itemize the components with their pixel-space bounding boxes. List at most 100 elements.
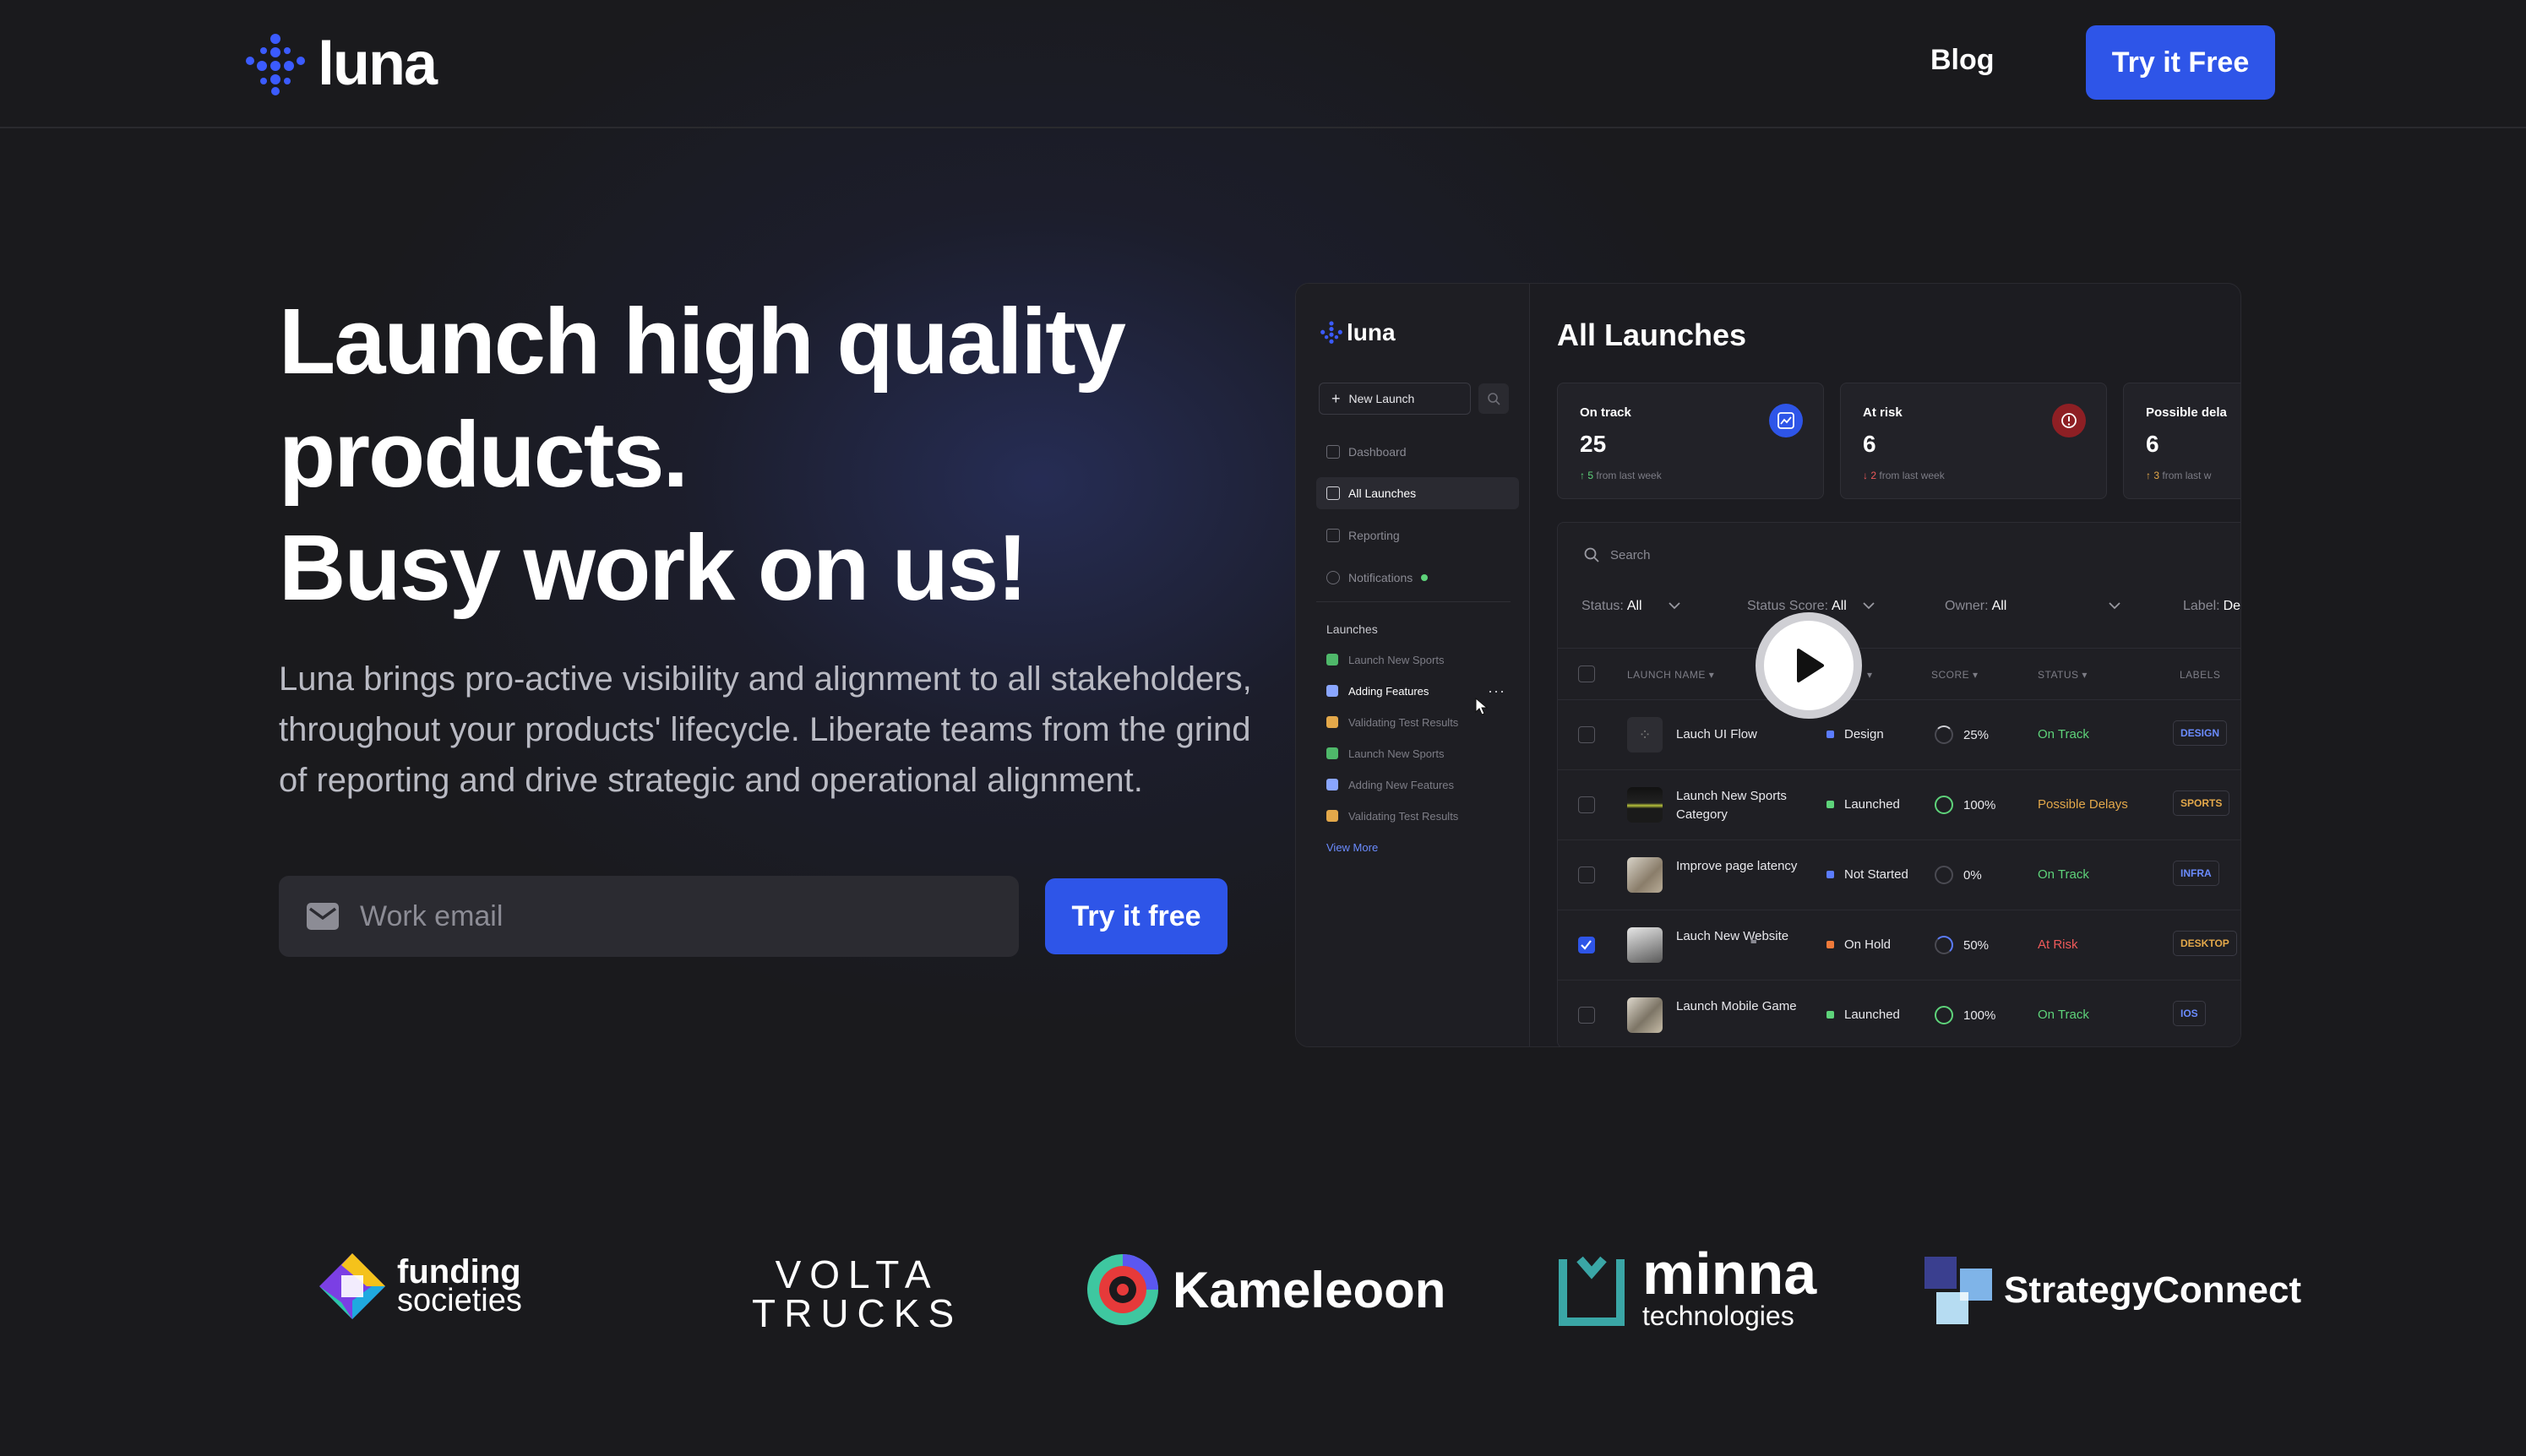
sidebar-launch-item[interactable]: Launch New Sports — [1326, 741, 1512, 766]
row-checkbox[interactable] — [1578, 726, 1595, 743]
stage-cell: Not Started — [1826, 867, 1908, 882]
row-checkbox[interactable] — [1578, 937, 1595, 953]
play-video-button[interactable] — [1756, 612, 1862, 719]
score-cell: 0% — [1935, 866, 1982, 884]
table-row[interactable]: Launch New Sports Category Launched 100%… — [1558, 770, 2240, 840]
sidebar-launch-item[interactable]: Validating Test Results — [1326, 803, 1512, 829]
launch-thumbnail — [1627, 927, 1663, 963]
sidebar-launch-item[interactable]: Launch New Sports — [1326, 647, 1512, 672]
launch-color-icon — [1326, 810, 1338, 822]
column-header-label: STATUS — [2038, 669, 2079, 681]
stat-note: from last week — [1879, 470, 1945, 481]
flow-icon: ⁘ — [1627, 717, 1663, 752]
stat-card-possible-delays[interactable]: Possible dela 6 ↑ 3 from last w — [2123, 383, 2240, 499]
bell-icon — [1326, 571, 1340, 584]
label-filter[interactable]: Label: De — [2183, 599, 2240, 614]
chevron-down-icon — [2109, 602, 2120, 610]
sidebar-item-dashboard[interactable]: Dashboard — [1316, 436, 1519, 468]
launch-label: Adding Features — [1348, 684, 1429, 698]
sidebar-item-reporting[interactable]: Reporting — [1316, 519, 1519, 551]
stat-card-at-risk[interactable]: At risk 6 ↓ 2 from last week — [1840, 383, 2107, 499]
launch-thumbnail — [1627, 787, 1663, 823]
label-badge[interactable]: INFRA — [2173, 861, 2219, 886]
more-options-icon[interactable]: ··· — [1488, 682, 1505, 700]
nav-try-free-button[interactable]: Try it Free — [2086, 25, 2275, 100]
sidebar-search-button[interactable] — [1478, 383, 1509, 414]
table-row[interactable]: Improve page latency Not Started 0% On T… — [1558, 840, 2240, 910]
stat-label: On track — [1580, 405, 1631, 420]
mouse-cursor-icon — [1475, 698, 1489, 715]
app-sidebar: luna + New Launch Dashboard All Launches … — [1296, 284, 1530, 1046]
score-value: 100% — [1963, 797, 1996, 812]
new-launch-button[interactable]: + New Launch — [1319, 383, 1471, 415]
notification-dot — [1421, 574, 1429, 581]
score-value: 50% — [1963, 937, 1990, 953]
logo-subtext: technologies — [1642, 1301, 1794, 1331]
search-icon — [1584, 547, 1599, 562]
arrow-down-icon: ↓ — [1863, 470, 1868, 481]
sidebar-launch-item[interactable]: Adding New Features — [1326, 772, 1512, 797]
filter-label: Status Score: — [1747, 599, 1829, 613]
hero-title: Launch high quality products. Busy work … — [279, 285, 1276, 625]
launch-name: Improve page latency — [1676, 859, 1798, 873]
email-field-container[interactable] — [279, 876, 1019, 957]
logo-text: minna — [1642, 1241, 1817, 1307]
view-more-link[interactable]: View More — [1326, 841, 1378, 854]
sort-caret-icon[interactable]: ▾ — [1867, 669, 1873, 681]
brand-name: luna — [318, 30, 438, 98]
logo-text: funding — [397, 1253, 521, 1290]
funding-societies-mark-icon — [319, 1253, 385, 1319]
table-search[interactable]: Search — [1583, 546, 1651, 563]
logo-subtext: societies — [397, 1283, 522, 1318]
luna-logo-icon — [246, 34, 305, 95]
launches-table-panel: Search Status: All Status Score: All Owner… — [1557, 522, 2240, 1046]
kameleoon-mark-icon — [1087, 1254, 1158, 1325]
launch-color-icon — [1326, 747, 1338, 759]
label-badge[interactable]: SPORTS — [2173, 790, 2230, 816]
sidebar-item-all-launches[interactable]: All Launches — [1316, 477, 1519, 509]
nav-blog-link[interactable]: Blog — [1930, 44, 1995, 77]
column-header-launch-name[interactable]: LAUNCH NAME ▾ — [1627, 669, 1714, 681]
row-checkbox[interactable] — [1578, 867, 1595, 883]
filter-label: Label: — [2183, 599, 2220, 613]
owner-filter[interactable]: Owner: All — [1945, 599, 2125, 614]
label-badge[interactable]: DESIGN — [2173, 720, 2228, 746]
envelope-icon — [307, 903, 339, 930]
sidebar-item-label: Dashboard — [1348, 445, 1407, 459]
column-header-labels[interactable]: LABELS — [2180, 669, 2220, 681]
sidebar-divider — [1316, 601, 1511, 602]
sidebar-item-notifications[interactable]: Notifications — [1316, 562, 1519, 594]
score-ring-icon — [1935, 725, 1953, 744]
label-badge[interactable]: DESKTOP — [2173, 931, 2237, 956]
email-input[interactable] — [360, 899, 1002, 933]
logo-text: Kameleoon — [1173, 1261, 1446, 1318]
row-checkbox[interactable] — [1578, 796, 1595, 813]
column-header-label: LABELS — [2180, 669, 2221, 681]
sidebar-item-label: Notifications — [1348, 571, 1413, 584]
stage-dot-icon — [1826, 731, 1834, 738]
column-header-score[interactable]: SCORE ▾ — [1931, 669, 1979, 681]
status-text: On Track — [2038, 727, 2089, 742]
chevron-down-icon — [1668, 602, 1680, 610]
checkmark-icon — [1581, 940, 1592, 950]
column-header-status[interactable]: STATUS ▾ — [2038, 669, 2088, 681]
launch-color-icon — [1326, 779, 1338, 790]
stat-card-on-track[interactable]: On track 25 ↑ 5 from last week — [1557, 383, 1824, 499]
select-all-checkbox[interactable] — [1578, 666, 1595, 682]
table-row[interactable]: Launch Mobile Game Launched 100% On Trac… — [1558, 981, 2240, 1046]
hero-try-free-button[interactable]: Try it free — [1045, 878, 1228, 954]
luna-logo-icon — [1320, 321, 1342, 344]
stage-label: Not Started — [1844, 867, 1908, 882]
status-filter[interactable]: Status: All — [1581, 599, 1688, 614]
table-row[interactable]: Lauch New Website 🔒︎ On Hold 50% At Risk… — [1558, 910, 2240, 981]
score-cell: 50% — [1935, 936, 1989, 954]
arrow-up-icon: ↑ — [2146, 470, 2151, 481]
app-main: All Launches On track 25 ↑ 5 from last w… — [1530, 284, 2240, 1046]
label-badge[interactable]: IOS — [2173, 1001, 2206, 1026]
top-nav: luna Blog Try it Free — [0, 0, 2526, 128]
row-checkbox[interactable] — [1578, 1007, 1595, 1024]
brand-logo[interactable]: luna — [243, 30, 438, 98]
hero-subtitle: Luna brings pro-active visibility and al… — [279, 660, 1252, 799]
table-row[interactable]: ⁘ Lauch UI Flow Design 25% On Track DESI… — [1558, 700, 2240, 770]
filter-label: Owner: — [1945, 599, 1989, 613]
